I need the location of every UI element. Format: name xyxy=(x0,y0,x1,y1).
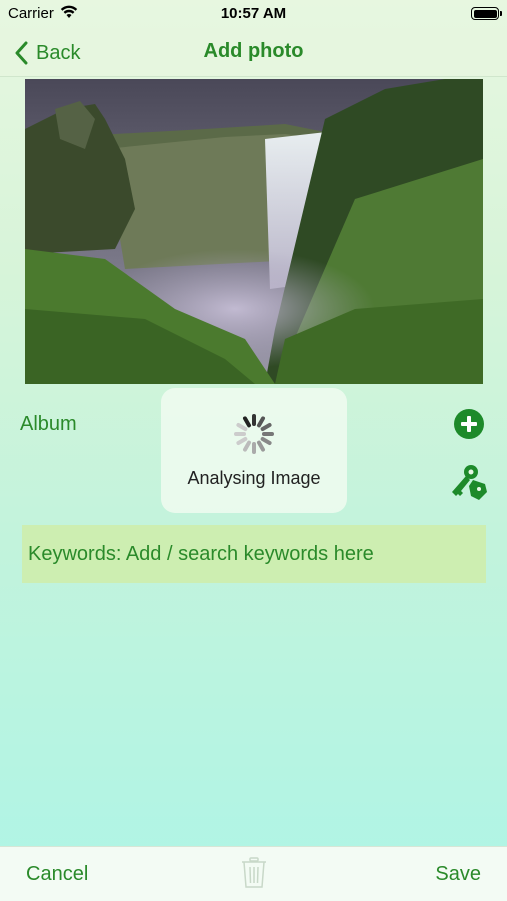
keywords-field[interactable]: Keywords: Add / search keywords here xyxy=(22,525,486,583)
status-bar: Carrier 10:57 AM xyxy=(0,0,507,28)
clock-time: 10:57 AM xyxy=(220,5,287,22)
cancel-button[interactable]: Cancel xyxy=(26,863,88,886)
waterfall-photo xyxy=(25,79,483,384)
add-album-button[interactable] xyxy=(453,408,485,440)
photo-preview[interactable] xyxy=(25,79,483,384)
save-button[interactable]: Save xyxy=(435,863,481,886)
analysing-overlay: Analysing Image xyxy=(161,388,347,513)
plus-circle-icon xyxy=(454,409,484,439)
trash-icon[interactable] xyxy=(241,857,267,889)
album-label: Album xyxy=(20,413,77,435)
page-title: Add photo xyxy=(203,40,304,62)
keywords-placeholder: Keywords: Add / search keywords here xyxy=(28,542,374,565)
bottom-toolbar: Cancel Save xyxy=(0,846,507,901)
keys-tag-icon xyxy=(452,465,487,500)
spinner-icon xyxy=(234,414,274,454)
navigation-bar: Back Add photo xyxy=(0,28,507,77)
analysing-label: Analysing Image xyxy=(187,468,321,488)
keywords-tag-button[interactable] xyxy=(449,462,489,502)
battery-icon xyxy=(471,7,502,20)
